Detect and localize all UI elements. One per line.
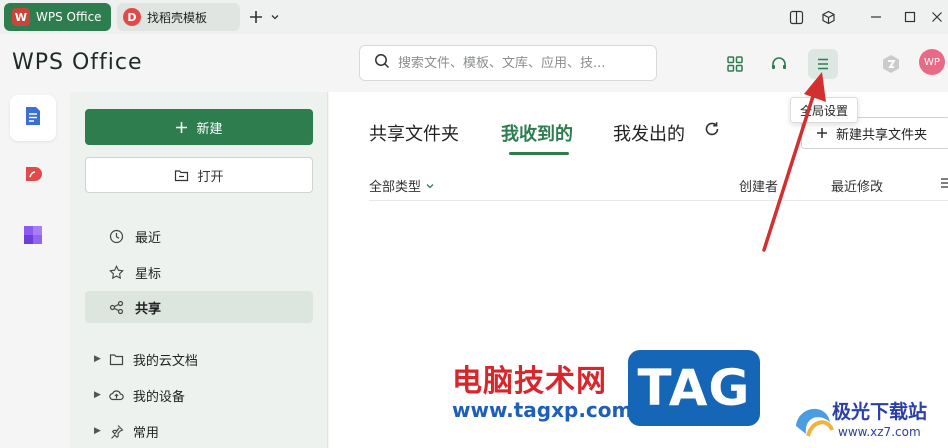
new-button-label: 新建 (196, 121, 223, 137)
apps-square-icon (22, 224, 44, 250)
watermark-xz-name: 极光下载站 (832, 401, 928, 423)
pin-icon (109, 424, 127, 439)
share-icon (109, 300, 127, 315)
chevron-down-icon (425, 181, 435, 191)
sidebar-item-label: 星标 (135, 266, 162, 282)
minimize-icon[interactable] (866, 6, 886, 28)
tree-item-label: 我的设备 (132, 389, 185, 405)
tab-shared-folders[interactable]: 共享文件夹 (369, 120, 459, 146)
cube-icon[interactable] (818, 6, 838, 28)
watermark-tag-badge: TAG (628, 350, 760, 426)
filter-label: 全部类型 (369, 180, 422, 195)
tree-item-label: 我的云文档 (132, 353, 198, 369)
app-rail (0, 92, 68, 448)
sidebar-item-shared[interactable]: 共享 (85, 291, 313, 323)
tree-item-my-devices[interactable]: ▶ 我的设备 (94, 383, 185, 407)
star-icon (109, 264, 127, 280)
plus-icon (175, 121, 188, 134)
tree-item-label: 常用 (132, 425, 159, 441)
tree-item-frequent[interactable]: ▶ 常用 (94, 419, 159, 443)
open-button-label: 打开 (197, 169, 224, 185)
search-input[interactable] (398, 55, 628, 71)
reading-mode-icon[interactable] (786, 6, 806, 28)
avatar[interactable]: WP (919, 49, 945, 75)
rail-item-documents[interactable] (10, 95, 56, 141)
tree-item-cloud-docs[interactable]: ▶ 我的云文档 (94, 347, 198, 371)
tab-label: WPS Office (36, 10, 102, 24)
tab-sent[interactable]: 我发出的 (613, 120, 685, 146)
tab-wps-office[interactable]: W WPS Office (4, 3, 111, 31)
tab-docer-templates[interactable]: D 找稻壳模板 (117, 3, 240, 31)
new-button[interactable]: 新建 (85, 109, 313, 145)
header-divider (369, 200, 948, 201)
sidebar-item-recent[interactable]: 最近 (85, 220, 313, 252)
expand-caret-icon[interactable]: ▶ (94, 426, 101, 436)
refresh-icon[interactable] (704, 121, 720, 142)
folder-icon (109, 352, 127, 367)
brand-logo: WPS Office (12, 50, 143, 75)
tab-received[interactable]: 我收到的 (501, 120, 573, 146)
watermark-site-url: www.tagxp.com (452, 398, 633, 422)
docer-logo-icon: D (123, 8, 141, 26)
open-button[interactable]: 打开 (85, 157, 313, 193)
filter-type-dropdown[interactable]: 全部类型 (369, 176, 435, 195)
docer-app-icon (22, 164, 44, 190)
expand-caret-icon[interactable]: ▶ (94, 354, 101, 364)
sidebar-item-label: 最近 (135, 230, 162, 246)
new-tab-plus-icon[interactable] (246, 6, 266, 28)
annotation-arrow (762, 72, 826, 252)
clock-icon (109, 229, 127, 244)
tab-label: 找稻壳模板 (147, 10, 208, 25)
search-icon (374, 53, 390, 73)
close-icon[interactable] (928, 6, 946, 28)
expand-caret-icon[interactable]: ▶ (94, 390, 101, 400)
rail-item-apps[interactable] (10, 214, 56, 260)
folder-open-icon (174, 168, 189, 183)
title-bar: W WPS Office D 找稻壳模板 (0, 0, 948, 34)
maximize-icon[interactable] (900, 6, 920, 28)
wps-logo-icon: W (12, 8, 30, 26)
membership-badge-icon[interactable] (876, 49, 906, 79)
search-box[interactable] (359, 45, 657, 81)
new-shared-folder-label: 新建共享文件夹 (836, 127, 928, 143)
sidebar-item-starred[interactable]: 星标 (85, 256, 313, 288)
cloud-upload-icon (109, 388, 127, 403)
view-toggle-icon[interactable] (940, 176, 948, 194)
watermark-xz-url: www.xz7.com (838, 425, 921, 439)
active-tab-indicator (509, 152, 569, 155)
watermark-site-name: 电脑技术网 (452, 364, 607, 399)
sidebar-item-label: 共享 (135, 301, 162, 317)
rail-item-docer[interactable] (10, 154, 56, 200)
document-icon (22, 105, 44, 131)
side-panel: 新建 打开 最近 星标 共享 ▶ 我的云文档 ▶ 我的设备 ▶ 常用 (70, 92, 328, 448)
tab-list-chevron-down-icon[interactable] (268, 6, 282, 28)
